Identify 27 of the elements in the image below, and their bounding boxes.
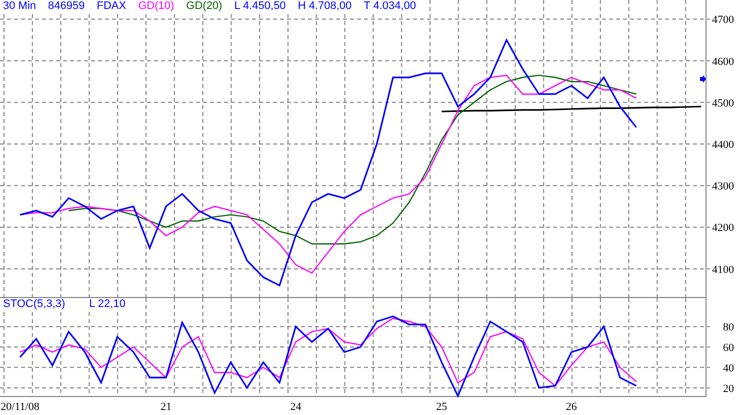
- axis-label: 4700: [712, 14, 734, 26]
- price-stat: T 4.034,00: [364, 0, 416, 12]
- security-code: 846959: [48, 0, 85, 12]
- date-label: 25: [436, 401, 448, 413]
- axis-label: 4100: [712, 264, 734, 276]
- chart-title: STOC(5,3,3): [3, 298, 66, 310]
- axis-label: 4200: [712, 222, 734, 234]
- axis-label: 4400: [712, 139, 734, 151]
- axis-label: 60: [723, 342, 734, 354]
- interval-label: 30 Min: [3, 0, 36, 12]
- date-label: 21: [160, 401, 172, 413]
- axis-label: 40: [723, 362, 734, 374]
- legend-label: GD(20): [186, 0, 222, 12]
- axis-label: 4500: [712, 97, 734, 110]
- legend-label: FDAX: [96, 0, 126, 12]
- date-label: 24: [290, 401, 302, 413]
- date-label: 20/11/08: [0, 401, 40, 413]
- indicator-reading: L 22,10: [89, 298, 126, 310]
- axis-label: 80: [723, 322, 734, 334]
- date-label: 26: [566, 401, 577, 413]
- axis-label: 4300: [712, 180, 734, 193]
- price-marker-icon: [700, 75, 706, 83]
- axis-label: 20: [723, 382, 734, 395]
- price-stat: H 4.708,00: [298, 0, 352, 12]
- legend-label: GD(10): [138, 0, 174, 12]
- axis-label: 4600: [712, 56, 734, 68]
- price-stat: L 4.450,50: [234, 0, 286, 12]
